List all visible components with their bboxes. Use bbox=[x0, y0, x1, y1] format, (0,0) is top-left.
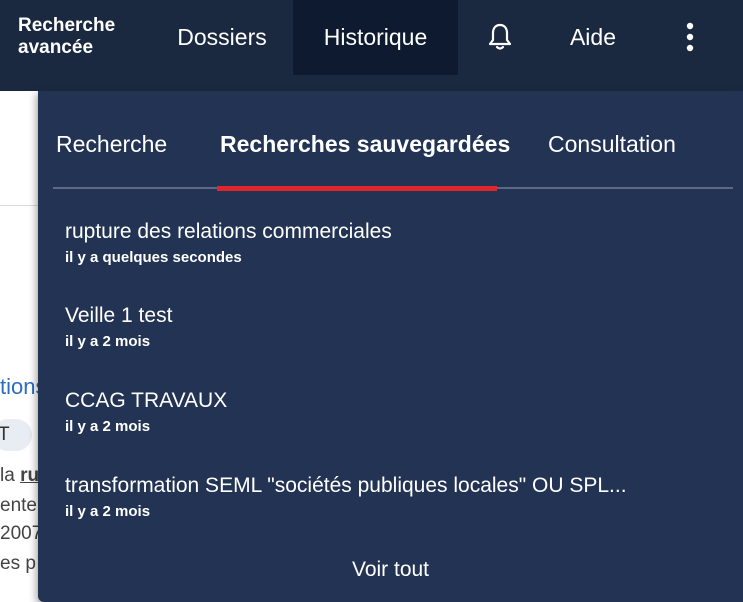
notifications-button[interactable] bbox=[474, 0, 526, 75]
tab-consultation[interactable]: Consultation bbox=[548, 131, 676, 158]
saved-search-time: il y a 2 mois bbox=[65, 503, 151, 520]
background-text-line: ente bbox=[0, 495, 37, 516]
background-result-link[interactable]: tions bbox=[0, 374, 40, 400]
saved-search-time: il y a 2 mois bbox=[65, 418, 151, 435]
background-text-line: 2007 bbox=[0, 523, 40, 544]
saved-search-item[interactable]: rupture des relations commerciales il y … bbox=[65, 220, 715, 266]
background-text-line: es p bbox=[0, 553, 36, 574]
saved-search-title: rupture des relations commerciales bbox=[65, 220, 392, 243]
background-text-prefix: la bbox=[0, 465, 21, 486]
saved-search-title: Veille 1 test bbox=[65, 304, 173, 327]
brand-line-2: avancée bbox=[18, 37, 94, 58]
saved-search-title: CCAG TRAVAUX bbox=[65, 389, 228, 412]
nav-dossiers[interactable]: Dossiers bbox=[160, 0, 284, 75]
background-divider bbox=[0, 205, 40, 206]
bell-icon bbox=[488, 23, 512, 50]
saved-search-item[interactable]: Veille 1 test il y a 2 mois bbox=[65, 304, 715, 350]
nav-historique[interactable]: Historique bbox=[293, 0, 458, 75]
saved-search-time: il y a quelques secondes bbox=[65, 249, 242, 266]
tab-saved-searches[interactable]: Recherches sauvegardées bbox=[220, 131, 510, 158]
tab-recherche[interactable]: Recherche bbox=[56, 131, 167, 158]
vertical-ellipsis-icon bbox=[686, 22, 694, 52]
more-options-button[interactable] bbox=[668, 0, 714, 75]
saved-search-item[interactable]: transformation SEML "sociétés publiques … bbox=[65, 474, 715, 520]
see-all-link[interactable]: Voir tout bbox=[38, 558, 743, 582]
saved-search-item[interactable]: CCAG TRAVAUX il y a 2 mois bbox=[65, 389, 715, 435]
active-tab-indicator bbox=[217, 186, 497, 191]
saved-search-title: transformation SEML "sociétés publiques … bbox=[65, 474, 627, 497]
background-text-highlight: ru bbox=[20, 465, 40, 486]
history-dropdown-panel: Recherche Recherches sauvegardées Consul… bbox=[38, 91, 743, 602]
saved-search-time: il y a 2 mois bbox=[65, 333, 151, 350]
brand-line-1: Recherche bbox=[18, 15, 116, 36]
top-navigation-bar: Recherche avancée Dossiers Historique Ai… bbox=[0, 0, 743, 91]
advanced-search-link[interactable]: Recherche avancée bbox=[18, 15, 138, 59]
background-text-line: la ru bbox=[0, 465, 40, 487]
background-tag: T bbox=[0, 419, 32, 451]
nav-aide[interactable]: Aide bbox=[554, 0, 632, 75]
